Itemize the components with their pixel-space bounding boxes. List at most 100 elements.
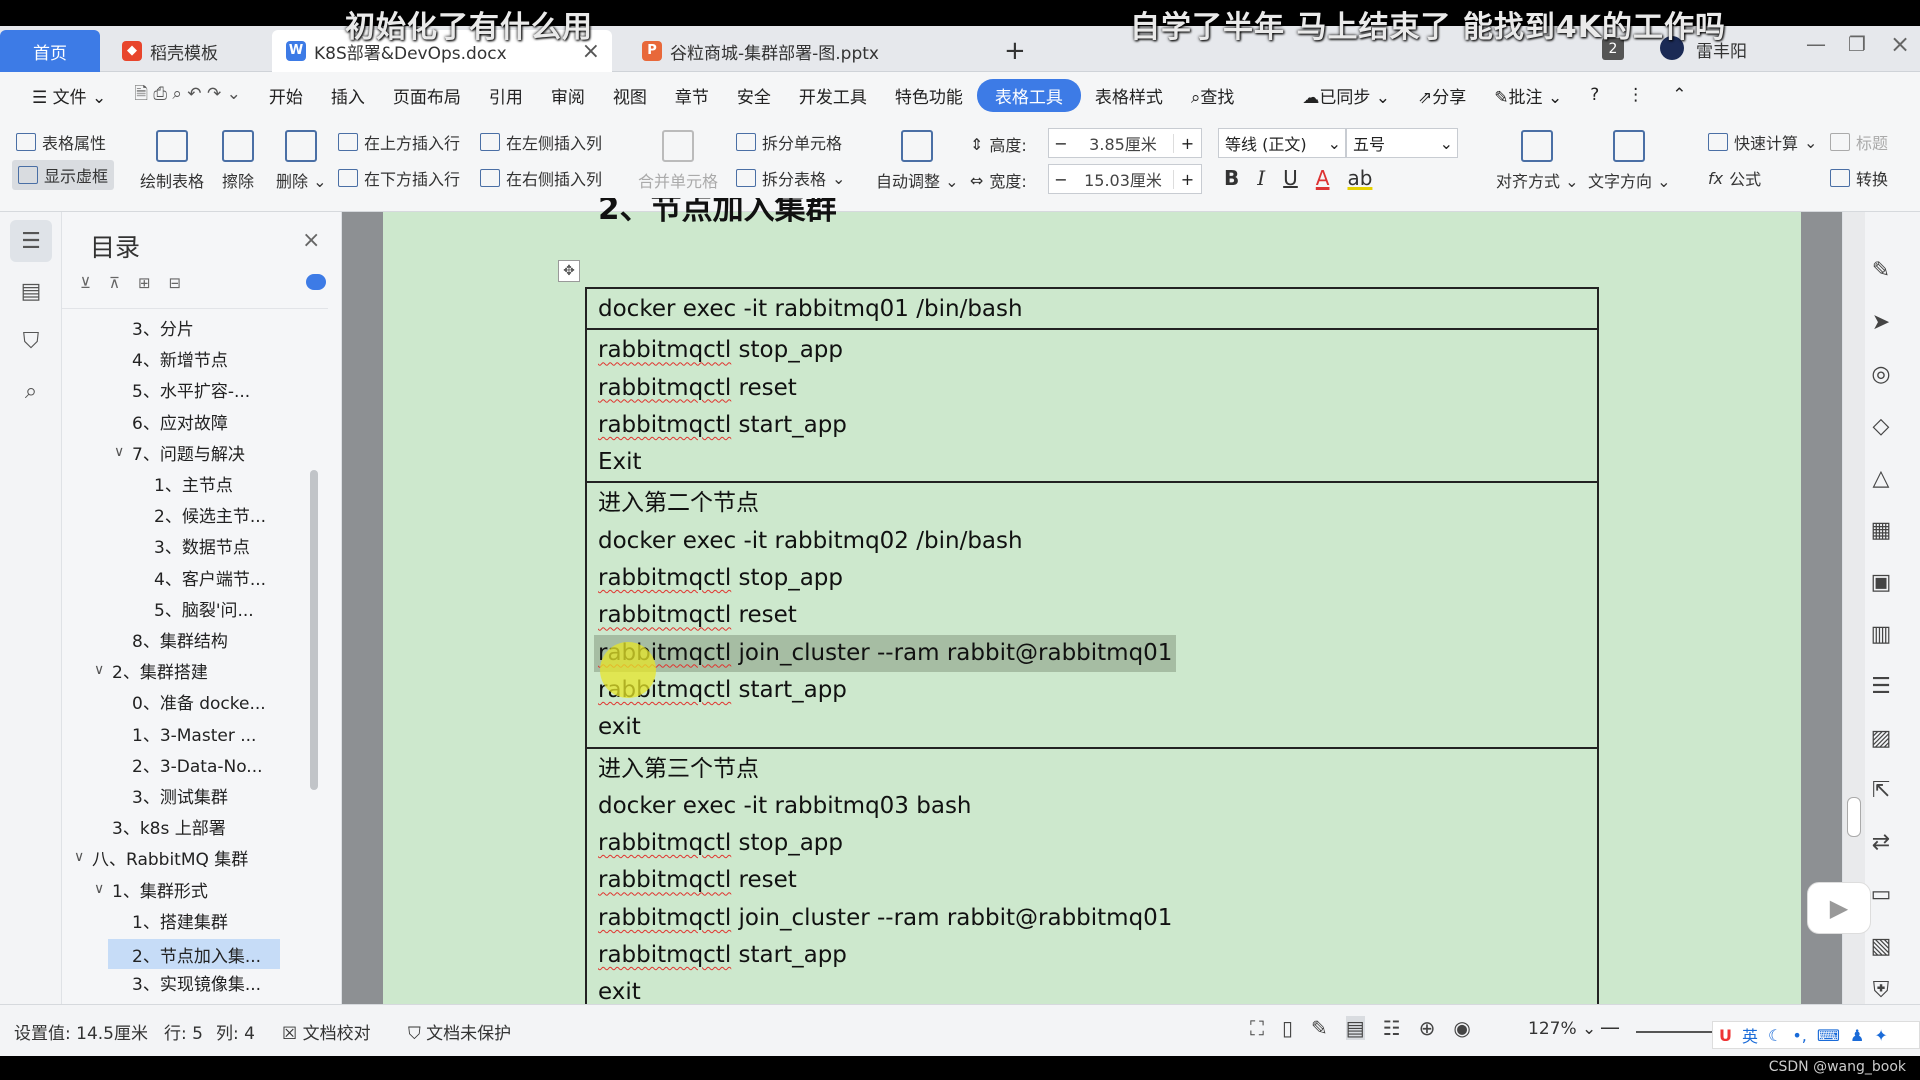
restore-icon[interactable]: ❐	[1848, 32, 1866, 56]
toc-list-icon[interactable]: ☰	[10, 220, 52, 262]
toc-item[interactable]: 5、脑裂'问...	[154, 596, 254, 621]
zoom-out-button[interactable]: —	[1600, 1015, 1620, 1039]
text-direction-button[interactable]: 文字方向 ⌄	[1588, 130, 1671, 192]
tab-pptx[interactable]: P 谷粒商城-集群部署-图.pptx	[628, 30, 968, 72]
underline-button[interactable]: U	[1283, 166, 1298, 190]
menu-reference[interactable]: 引用	[475, 83, 537, 108]
insert-col-right-button[interactable]: 在右侧插入列	[480, 166, 602, 190]
toc-item[interactable]: 4、新增节点	[132, 346, 228, 371]
erase-button[interactable]: 擦除	[222, 130, 254, 192]
plus-icon[interactable]: +	[1173, 133, 1201, 153]
bold-button[interactable]: B	[1224, 166, 1239, 190]
toc-item[interactable]: 0、准备 docke...	[132, 689, 266, 714]
font-size-select[interactable]: 五号 ⌄	[1346, 128, 1458, 158]
menu-table-style[interactable]: 表格样式	[1081, 83, 1177, 108]
table-properties-button[interactable]: 表格属性	[16, 130, 106, 154]
font-family-select[interactable]: 等线 (正文) ⌄	[1218, 128, 1346, 158]
convert-button[interactable]: 转换	[1830, 166, 1888, 190]
split-table-button[interactable]: 拆分表格 ⌄	[736, 166, 845, 190]
insert-col-left-button[interactable]: 在左侧插入列	[480, 130, 602, 154]
toc-item[interactable]: 4、客户端节...	[154, 565, 266, 590]
edit-icon[interactable]: ✎	[1863, 252, 1899, 288]
table-cell[interactable]: rabbitmqctl stop_app rabbitmqctl reset rab…	[587, 330, 1597, 484]
zoom-level[interactable]: 127% ⌄	[1528, 1019, 1596, 1039]
menu-special[interactable]: 特色功能	[881, 83, 977, 108]
draw-table-button[interactable]: 绘制表格	[140, 130, 204, 192]
style-icon[interactable]: ◎	[1863, 356, 1899, 392]
quick-calc-button[interactable]: 快速计算 ⌄	[1708, 130, 1817, 154]
menu-synced[interactable]: ☁已同步 ⌄	[1288, 83, 1404, 108]
plus-icon[interactable]: +	[1173, 169, 1201, 189]
tab-docer-templates[interactable]: ◆ 稻壳模板	[108, 30, 266, 72]
toc-item[interactable]: 7、问题与解决	[132, 440, 245, 465]
export-icon[interactable]: ⇱	[1863, 772, 1899, 808]
punctuation-icon[interactable]: •,	[1792, 1026, 1807, 1045]
toc-item[interactable]: 1、集群形式	[112, 877, 208, 902]
toc-item[interactable]: 3、k8s 上部署	[112, 814, 226, 839]
menu-share[interactable]: ⇗分享	[1404, 83, 1480, 108]
tab-home[interactable]: 首页	[0, 30, 100, 72]
formula-button[interactable]: fx 公式	[1708, 166, 1761, 190]
expand-icon[interactable]: ⊻	[80, 274, 91, 292]
keyboard-icon[interactable]: ⌨	[1817, 1026, 1840, 1045]
toc-scrollbar[interactable]	[310, 470, 318, 790]
delete-button[interactable]: 删除 ⌄	[276, 130, 327, 192]
code-table[interactable]: docker exec -it rabbitmq01 /bin/bash rabb…	[585, 287, 1599, 1014]
merge-cells-button[interactable]: 合并单元格	[638, 130, 718, 192]
menu-comment[interactable]: ✎批注 ⌄	[1480, 83, 1576, 108]
ime-lang[interactable]: 英	[1742, 1023, 1758, 1047]
toc-item[interactable]: 6、应对故障	[132, 409, 228, 434]
moon-icon[interactable]: ☾	[1768, 1026, 1782, 1045]
toc-item[interactable]: 2、候选主节...	[154, 502, 266, 527]
toc-item[interactable]: 3、数据节点	[154, 533, 250, 558]
toc-item[interactable]: 3、测试集群	[132, 783, 228, 808]
outline-view-icon[interactable]: ☷	[1383, 1016, 1401, 1040]
help-icon[interactable]: ?	[1576, 85, 1613, 105]
toc-item[interactable]: 2、节点加入集...	[108, 939, 280, 969]
close-icon[interactable]: ×	[302, 228, 320, 253]
translate-icon[interactable]: ⇄	[1863, 824, 1899, 860]
table-cell[interactable]: docker exec -it rabbitmq01 /bin/bash	[587, 289, 1597, 331]
apps-icon[interactable]: ▣	[1863, 564, 1899, 600]
height-stepper[interactable]: − 3.85厘米 +	[1048, 128, 1202, 158]
scroll-thumb[interactable]	[1847, 797, 1861, 837]
minimize-icon[interactable]: —	[1806, 32, 1826, 56]
table-cell[interactable]: 进入第三个节点 docker exec -it rabbitmq03 bash ra…	[587, 749, 1597, 1012]
menu-review[interactable]: 审阅	[537, 83, 599, 108]
chevron-down-icon[interactable]: ∨	[94, 881, 104, 897]
chart-icon[interactable]: ▥	[1863, 616, 1899, 652]
table-icon[interactable]: ▦	[1863, 512, 1899, 548]
menu-start[interactable]: 开始	[255, 83, 317, 108]
menu-file[interactable]: ☰ 文件 ⌄	[18, 83, 120, 108]
toc-item[interactable]: 3、实现镜像集...	[132, 970, 261, 995]
add-heading-icon[interactable]: ⊞	[138, 274, 151, 292]
close-window-icon[interactable]: ×	[1890, 30, 1910, 58]
page-view-icon[interactable]: ▤	[1345, 1016, 1365, 1040]
settings-icon[interactable]: ☰	[1863, 668, 1899, 704]
pages-icon[interactable]: ▤	[10, 270, 52, 312]
chevron-down-icon[interactable]: ∨	[74, 849, 84, 865]
menu-view[interactable]: 视图	[599, 83, 661, 108]
font-color-button[interactable]: A	[1316, 166, 1330, 190]
toc-item[interactable]: 1、3-Master ...	[132, 721, 256, 746]
minus-icon[interactable]: −	[1049, 134, 1073, 153]
table-move-handle-icon[interactable]: ✥	[558, 260, 580, 282]
quick-access-icons[interactable]: 🗎 ⎙ ⌕ ↶ ↷ ⌄	[120, 81, 255, 110]
chevron-down-icon[interactable]: ∨	[114, 444, 124, 460]
shape-icon[interactable]: ◇	[1863, 408, 1899, 444]
height-value[interactable]: 3.85厘米	[1073, 131, 1173, 155]
toc-item[interactable]: 八、RabbitMQ 集群	[92, 845, 248, 870]
table-cell[interactable]: 进入第二个节点 docker exec -it rabbitmq02 /bin/b…	[587, 483, 1597, 749]
toc-item[interactable]: 5、水平扩容-...	[132, 377, 250, 402]
wrench-icon[interactable]: ✦	[1874, 1026, 1887, 1045]
minus-icon[interactable]: −	[1049, 170, 1073, 189]
user-icon[interactable]: ♟	[1850, 1026, 1864, 1045]
collapse-ribbon-icon[interactable]: ⌃	[1658, 85, 1700, 105]
title-row-button[interactable]: 标题	[1830, 130, 1888, 154]
more-icon[interactable]: ⋮	[1613, 85, 1658, 105]
menu-chapter[interactable]: 章节	[661, 83, 723, 108]
sync-toggle-icon[interactable]	[306, 274, 326, 290]
shield-icon[interactable]: ⛨	[1863, 972, 1899, 1008]
menu-devtools[interactable]: 开发工具	[785, 83, 881, 108]
show-grid-button[interactable]: 显示虚框	[12, 160, 115, 190]
